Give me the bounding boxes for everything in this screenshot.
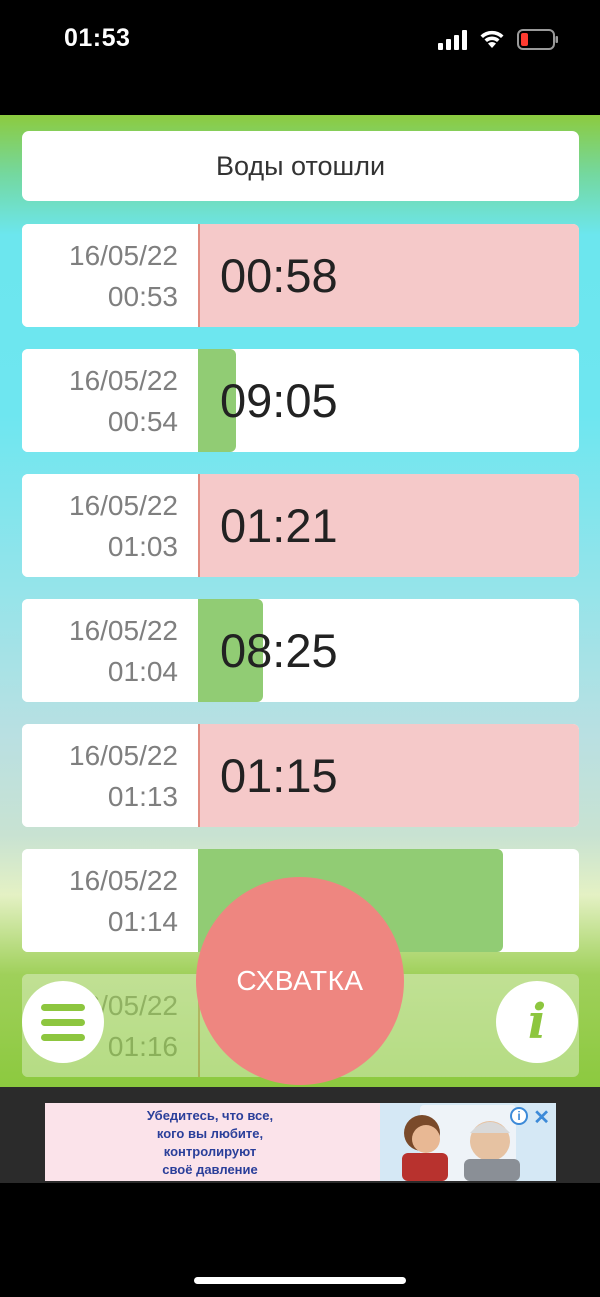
history-row[interactable]: 16/05/22 01:03 01:21 [22, 474, 579, 577]
status-bar: 01:53 [0, 0, 600, 115]
row-bar: 09:05 [198, 349, 579, 452]
row-duration: 09:05 [220, 374, 338, 427]
battery-low-icon [517, 29, 558, 50]
contraction-button[interactable]: СХВАТКА [196, 877, 404, 1085]
info-icon: i [527, 994, 547, 1050]
ad-photo[interactable] [380, 1103, 556, 1181]
row-timestamp: 16/05/22 01:13 [22, 724, 198, 827]
row-date: 16/05/22 [69, 489, 178, 521]
ad-close-icon[interactable]: ✕ [533, 1105, 550, 1130]
row-time: 01:04 [107, 655, 178, 687]
ad-text-line: Убедитесь, что все, [146, 1108, 274, 1123]
row-date: 16/05/22 [69, 239, 178, 271]
ad-banner[interactable]: Убедитесь, что все, кого вы любите, конт… [45, 1103, 556, 1181]
row-duration: 01:15 [220, 749, 338, 802]
water-broke-button[interactable]: Воды отошли [22, 131, 579, 201]
row-time: 01:03 [107, 530, 178, 562]
wifi-icon [480, 30, 504, 48]
row-timestamp: 16/05/22 01:04 [22, 599, 198, 702]
history-row[interactable]: 16/05/22 00:54 09:05 [22, 349, 579, 452]
row-duration: 00:58 [220, 249, 338, 302]
info-button[interactable]: i [496, 981, 578, 1063]
status-time: 01:53 [64, 24, 131, 52]
row-time: 00:53 [107, 280, 178, 312]
ad-text[interactable]: Убедитесь, что все, кого вы любите, конт… [105, 1107, 315, 1179]
app-screen: Воды отошли 16/05/22 00:53 00:58 16/05/2… [0, 115, 600, 1087]
row-date: 16/05/22 [69, 614, 178, 646]
row-time: 01:13 [107, 780, 178, 812]
row-bar: 08:25 [198, 599, 579, 702]
ad-strip: Убедитесь, что все, кого вы любите, конт… [0, 1087, 600, 1183]
history-row[interactable]: 16/05/22 01:13 01:15 [22, 724, 579, 827]
row-timestamp: 16/05/22 01:03 [22, 474, 198, 577]
row-bar: 01:21 [198, 474, 579, 577]
history-row[interactable]: 16/05/22 00:53 00:58 [22, 224, 579, 327]
row-date: 16/05/22 [69, 364, 178, 396]
cellular-signal-icon [438, 30, 470, 50]
row-date: 16/05/22 [69, 864, 178, 896]
ad-text-line: кого вы любите, [156, 1126, 264, 1141]
ad-text-line: контролируют [163, 1144, 257, 1159]
menu-button[interactable] [22, 981, 104, 1063]
ad-info-icon[interactable]: i [510, 1107, 528, 1125]
row-time: 00:54 [107, 405, 178, 437]
row-duration: 01:21 [220, 499, 338, 552]
row-date: 16/05/22 [69, 739, 178, 771]
row-time: 01:16 [107, 1030, 178, 1062]
row-timestamp: 16/05/22 01:14 [22, 849, 198, 952]
row-timestamp: 16/05/22 00:54 [22, 349, 198, 452]
history-row[interactable]: 16/05/22 01:04 08:25 [22, 599, 579, 702]
row-bar: 00:58 [198, 224, 579, 327]
row-bar: 01:15 [198, 724, 579, 827]
row-time: 01:14 [107, 905, 178, 937]
home-indicator[interactable] [194, 1277, 406, 1284]
hamburger-icon [41, 1003, 85, 1011]
ad-text-line: своё давление [162, 1162, 258, 1177]
row-duration: 08:25 [220, 624, 338, 677]
row-timestamp: 16/05/22 00:53 [22, 224, 198, 327]
